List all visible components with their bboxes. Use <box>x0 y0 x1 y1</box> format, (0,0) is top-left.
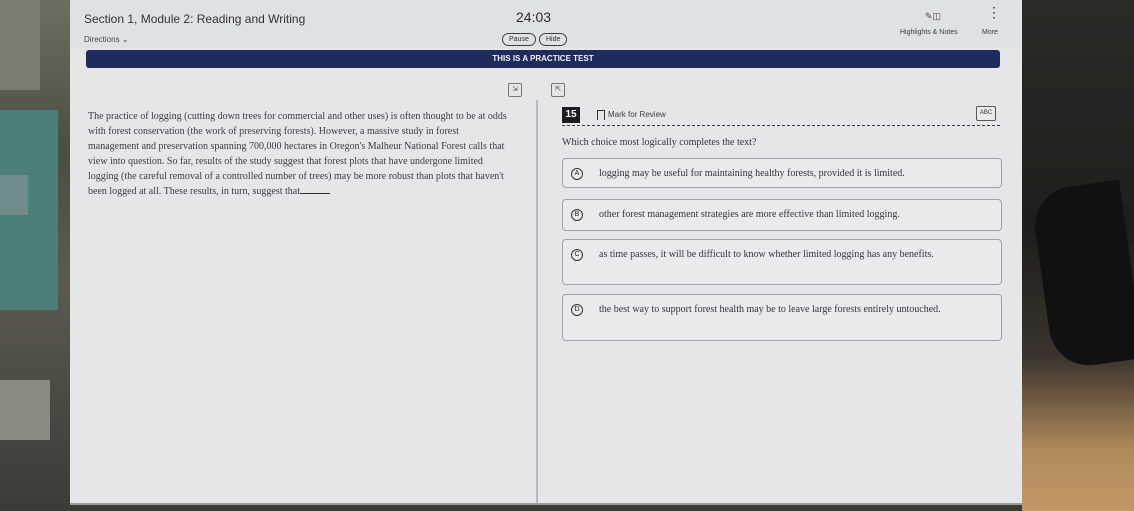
choice-text-b: other forest management strategies are m… <box>599 209 900 220</box>
background-bag-strap <box>1029 179 1134 371</box>
highlights-notes-button[interactable]: ✎◫ <box>925 11 941 22</box>
photo-right-surroundings <box>1022 0 1134 511</box>
more-label[interactable]: More <box>982 29 998 36</box>
choice-letter-c: C <box>571 249 583 261</box>
screen-bottom-edge <box>70 503 1022 505</box>
answer-blank <box>300 185 330 194</box>
passage-pane: The practice of logging (cutting down tr… <box>70 100 536 505</box>
timer: 24:03 <box>516 9 552 25</box>
background-object <box>0 0 40 90</box>
notes-icon: ◫ <box>932 11 942 21</box>
top-bar: Section 1, Module 2: Reading and Writing… <box>70 0 1022 48</box>
passage-text: The practice of logging (cutting down tr… <box>88 109 508 199</box>
test-app-screen: Section 1, Module 2: Reading and Writing… <box>70 0 1022 505</box>
vertical-dots-icon[interactable]: ⋮ <box>987 5 1001 19</box>
bookmark-icon[interactable] <box>597 110 605 120</box>
answer-choice-b[interactable]: B other forest management strategies are… <box>562 199 1002 231</box>
choice-letter-a: A <box>571 168 583 180</box>
choice-letter-b: B <box>571 209 583 221</box>
passage-body: The practice of logging (cutting down tr… <box>88 111 507 197</box>
choice-text-c: as time passes, it will be difficult to … <box>599 249 934 260</box>
section-title: Section 1, Module 2: Reading and Writing <box>84 12 306 26</box>
question-number: 15 <box>562 107 580 123</box>
question-stem: Which choice most logically completes th… <box>562 137 757 148</box>
practice-test-banner: THIS IS A PRACTICE TEST <box>86 50 1000 68</box>
chevron-down-icon: ⌄ <box>121 35 129 44</box>
collapse-icon[interactable]: ⇱ <box>551 83 565 97</box>
directions-label: Directions <box>84 35 120 44</box>
choice-text-a: logging may be useful for maintaining he… <box>599 168 905 179</box>
answer-choice-c[interactable]: C as time passes, it will be difficult t… <box>562 239 1002 285</box>
choice-text-d: the best way to support forest health ma… <box>599 304 941 315</box>
expand-icon[interactable]: ⇲ <box>508 83 522 97</box>
mark-for-review[interactable]: Mark for Review <box>608 110 666 119</box>
highlights-notes-label[interactable]: Highlights & Notes <box>900 29 958 36</box>
directions-toggle[interactable]: Directions ⌄ <box>84 35 129 44</box>
pencil-icon: ✎ <box>925 11 933 21</box>
background-object <box>0 380 50 440</box>
answer-choice-a[interactable]: A logging may be useful for maintaining … <box>562 158 1002 188</box>
photo-left-surroundings <box>0 0 70 511</box>
background-book-label <box>0 175 28 215</box>
answer-choice-d[interactable]: D the best way to support forest health … <box>562 294 1002 341</box>
hide-button[interactable]: Hide <box>539 33 568 46</box>
abc-strikethrough-icon[interactable]: ABC <box>976 106 996 121</box>
pane-divider[interactable] <box>536 100 538 505</box>
choice-letter-d: D <box>571 304 583 316</box>
pause-button[interactable]: Pause <box>502 33 536 46</box>
question-header: 15 Mark for Review ABC <box>562 106 1000 126</box>
